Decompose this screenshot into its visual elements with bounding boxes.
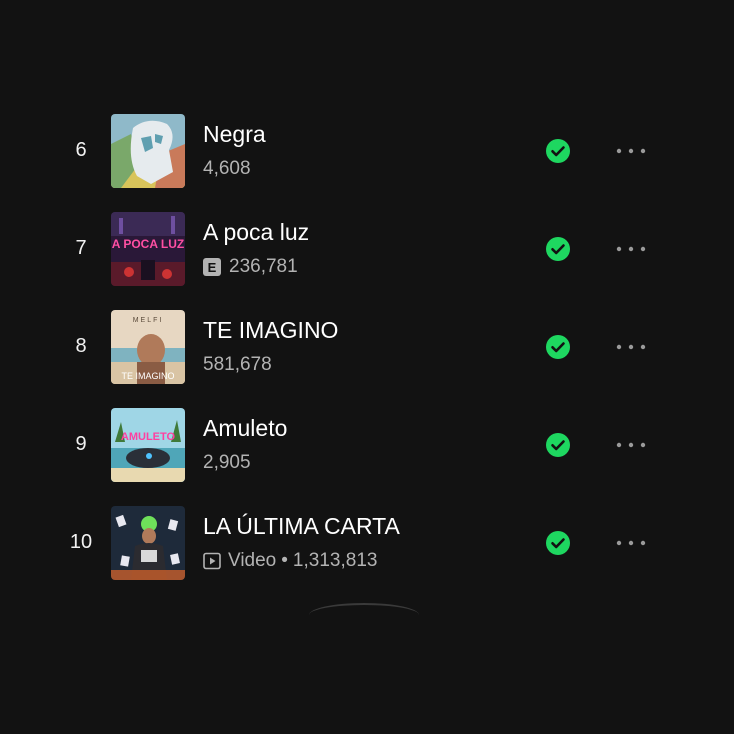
la-ultima-carta-artwork (111, 506, 185, 580)
artwork-text: TE IMAGINO (121, 371, 174, 381)
more-dots-icon (616, 442, 646, 448)
meta-separator: • (281, 550, 288, 571)
check-circle-icon[interactable] (546, 433, 570, 457)
track-rank: 6 (75, 139, 87, 161)
check-circle-icon[interactable] (546, 139, 570, 163)
track-row[interactable]: 10 LA ÚLTIMA CARTA Video • 1,313,813 (0, 493, 734, 591)
track-meta: 581,678 (203, 354, 272, 376)
more-dots-icon (616, 344, 646, 350)
play-count: 4,608 (203, 158, 251, 179)
more-options-button[interactable] (614, 337, 648, 357)
track-title: Negra (203, 121, 266, 147)
more-options-button[interactable] (614, 533, 648, 553)
play-count: 581,678 (203, 354, 272, 375)
track-row[interactable]: 6 Negra 4,608 (0, 101, 734, 199)
more-options-button[interactable] (614, 141, 648, 161)
track-title: LA ÚLTIMA CARTA (203, 513, 400, 539)
te-imagino-artwork: MELFI TE IMAGINO (111, 310, 185, 384)
play-square-icon (203, 552, 221, 570)
check-circle-icon[interactable] (546, 531, 570, 555)
track-title: TE IMAGINO (203, 317, 339, 343)
track-row[interactable]: 7 A POCA LUZ A poca luz E 236,781 (0, 199, 734, 297)
track-list: 6 Negra 4,608 7 A POCA LUZ A poca luz E … (0, 101, 734, 591)
track-meta: Video • 1,313,813 (203, 550, 377, 572)
check-circle-icon[interactable] (546, 335, 570, 359)
artwork-text: A POCA LUZ (112, 237, 184, 251)
artwork-text: MELFI (133, 317, 164, 324)
more-dots-icon (616, 540, 646, 546)
play-count: 236,781 (229, 256, 298, 277)
play-count: 1,313,813 (292, 550, 378, 571)
track-meta: 2,905 (203, 452, 251, 474)
artwork-text: AMULETO (121, 431, 176, 443)
negra-artwork (111, 114, 185, 188)
track-meta: 4,608 (203, 158, 251, 180)
popular-tracks-page: 6 Negra 4,608 7 A POCA LUZ A poca luz E … (0, 0, 734, 734)
more-options-button[interactable] (614, 239, 648, 259)
track-title: A poca luz (203, 219, 310, 245)
track-rank: 7 (75, 237, 87, 259)
more-options-button[interactable] (614, 435, 648, 455)
track-rank: 8 (75, 335, 87, 357)
video-label: Video (228, 550, 277, 571)
track-meta: E 236,781 (203, 256, 298, 278)
track-row[interactable]: 8 MELFI TE IMAGINO TE IMAGINO 581,678 (0, 297, 734, 395)
more-dots-icon (616, 246, 646, 252)
check-circle-icon[interactable] (546, 237, 570, 261)
explicit-badge: E (203, 258, 221, 276)
see-more-button-edge[interactable] (309, 603, 419, 617)
a-poca-luz-artwork: A POCA LUZ (111, 212, 185, 286)
track-title: Amuleto (203, 415, 288, 441)
more-dots-icon (616, 148, 646, 154)
track-row[interactable]: 9 AMULETO Amuleto 2,905 (0, 395, 734, 493)
play-count: 2,905 (203, 452, 251, 473)
track-rank: 9 (75, 433, 87, 455)
track-rank: 10 (69, 531, 93, 553)
amuleto-artwork: AMULETO (111, 408, 185, 482)
